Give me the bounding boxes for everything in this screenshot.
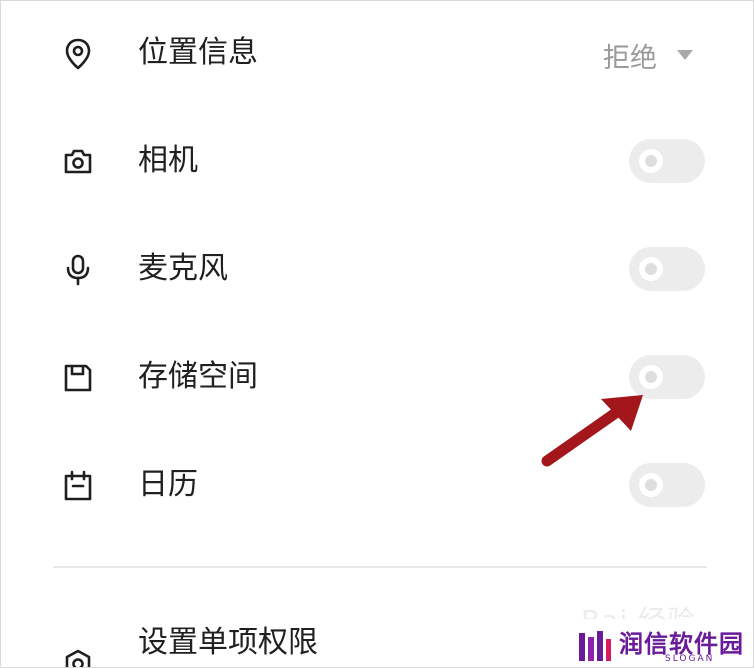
brand-slogan: SLOGAN: [665, 654, 715, 664]
permission-row-location[interactable]: 位置信息 拒绝: [1, 23, 753, 83]
camera-toggle[interactable]: [629, 139, 705, 183]
permission-label: 存储空间: [138, 359, 258, 394]
toggle-knob: [639, 149, 663, 173]
permission-label: 位置信息: [138, 35, 258, 70]
toggle-knob: [639, 257, 663, 281]
chevron-down-icon: [677, 50, 693, 60]
permission-row-microphone[interactable]: 麦克风: [1, 239, 753, 299]
permission-label: 相机: [138, 143, 198, 178]
calendar-icon: [61, 469, 95, 503]
section-divider: [53, 566, 707, 568]
location-permission-dropdown[interactable]: 拒绝: [603, 35, 693, 75]
brand-mark-icon: [579, 631, 611, 661]
microphone-toggle[interactable]: [629, 247, 705, 291]
toggle-knob: [639, 473, 663, 497]
permission-settings-screen: 位置信息 拒绝 相机 麦克风 存储空间 日历 设置单项权限 润信软件园 SLOG…: [0, 0, 754, 668]
settings-row-label: 设置单项权限: [138, 625, 318, 660]
location-pin-icon: [61, 37, 95, 71]
brand-logo: 润信软件园 SLOGAN: [571, 619, 753, 667]
dropdown-selected-value: 拒绝: [603, 42, 657, 74]
settings-icon: [61, 647, 95, 667]
red-arrow-annotation: [541, 395, 643, 467]
permission-label: 麦克风: [138, 251, 228, 286]
microphone-icon: [61, 253, 95, 287]
permission-row-camera[interactable]: 相机: [1, 131, 753, 191]
camera-icon: [61, 145, 95, 179]
permission-label: 日历: [138, 467, 198, 502]
storage-icon: [61, 361, 95, 395]
